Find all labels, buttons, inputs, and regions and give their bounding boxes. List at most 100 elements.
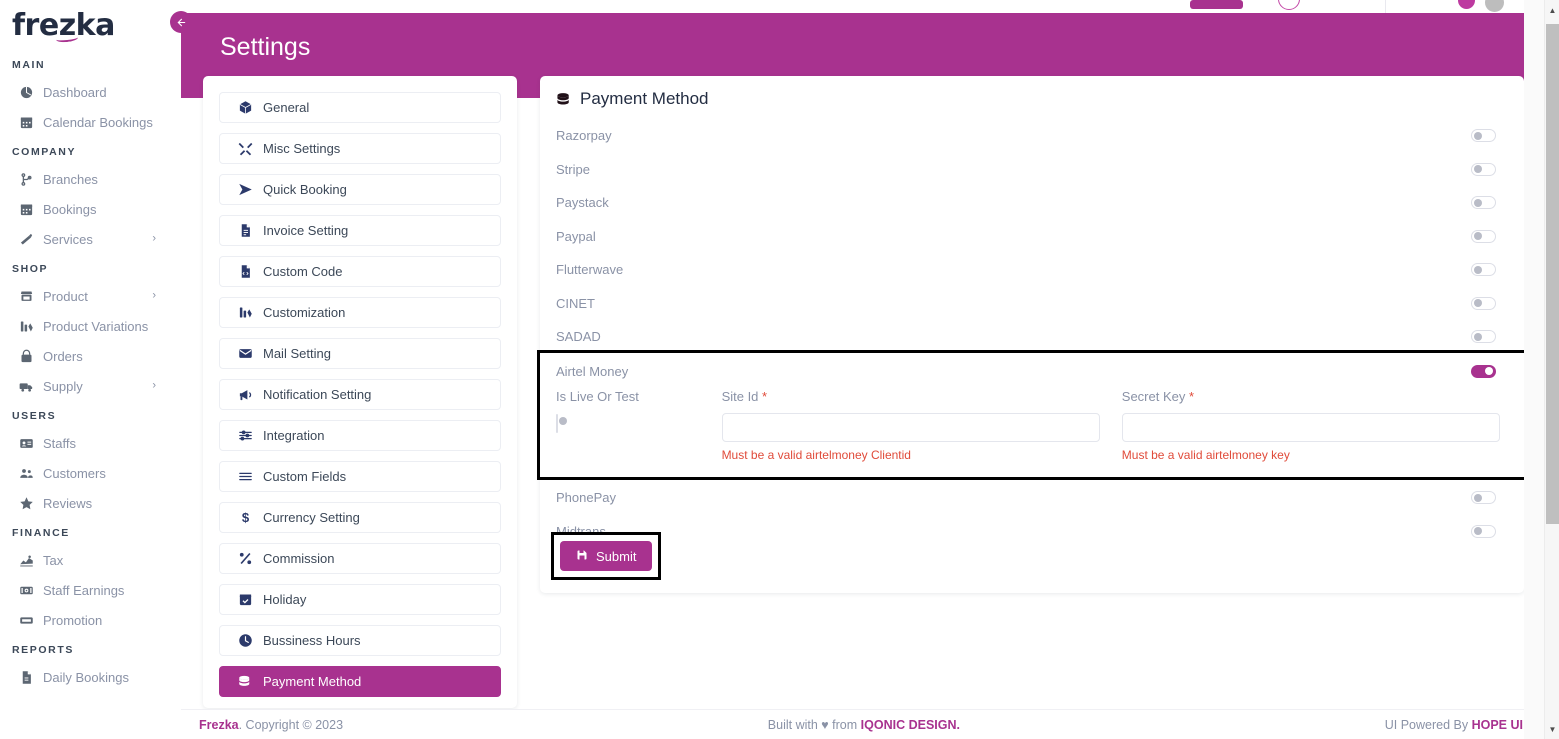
payment-row-toggle[interactable]: [1471, 129, 1496, 143]
secret-key-input[interactable]: [1121, 413, 1500, 442]
secret-key-label-text: Secret Key: [1121, 389, 1186, 404]
sidebar-item-promotion[interactable]: Promotion: [0, 605, 170, 635]
avatar[interactable]: [1485, 0, 1504, 12]
toggle-knob: [1474, 165, 1482, 174]
sidebar-item-dashboard[interactable]: Dashboard: [0, 77, 170, 107]
mail-icon: [237, 346, 253, 362]
settings-menu-item-currency-setting[interactable]: $ Currency Setting: [219, 502, 501, 533]
payment-row-toggle[interactable]: [1471, 162, 1496, 176]
payment-row-toggle[interactable]: [1471, 524, 1496, 538]
settings-menu-item-bussiness-hours[interactable]: Bussiness Hours: [219, 625, 501, 656]
sidebar-item-orders[interactable]: Orders: [0, 341, 170, 371]
dashboard-icon: [18, 84, 34, 100]
settings-menu-item-label: Customization: [263, 305, 346, 320]
scrollbar-thumb[interactable]: [1546, 24, 1559, 524]
footer-hopeui-link[interactable]: HOPE UI: [1472, 718, 1523, 732]
payment-panel-title: Payment Method: [580, 89, 709, 108]
sidebar-item-supply[interactable]: Supply ›: [0, 371, 170, 401]
payment-row-label: Paystack: [556, 195, 609, 211]
sidebar-item-branches[interactable]: Branches: [0, 164, 170, 194]
header-notification-icon[interactable]: [1458, 0, 1475, 9]
sidebar-section-finance: FINANCE: [12, 527, 70, 539]
settings-menu-item-holiday[interactable]: Holiday: [219, 584, 501, 615]
sidebar-item-tax[interactable]: Tax: [0, 545, 170, 575]
airtel-money-toggle[interactable]: [1471, 364, 1496, 378]
list-icon: [237, 469, 253, 485]
is-live-or-test-toggle[interactable]: [556, 414, 567, 433]
back-button[interactable]: [170, 11, 192, 33]
site-id-label-text: Site Id: [721, 389, 759, 404]
sidebar-item-product-variations[interactable]: Product Variations: [0, 311, 170, 341]
sidebar-item-label: Calendar Bookings: [43, 114, 153, 130]
brand-logo[interactable]: frezka: [12, 8, 115, 44]
settings-menu-item-invoice-setting[interactable]: Invoice Setting: [219, 215, 501, 246]
footer-company-link[interactable]: IQONIC DESIGN.: [861, 718, 960, 732]
sidebar-item-customers[interactable]: Customers: [0, 458, 170, 488]
settings-menu-card: General Misc Settings Quick Booking Invoice…: [203, 76, 517, 708]
settings-menu-item-payment-method[interactable]: Payment Method: [219, 666, 501, 697]
sidebar-item-label: Dashboard: [43, 84, 107, 100]
heart-icon: ♥: [821, 717, 829, 732]
sidebar-item-bookings[interactable]: Bookings: [0, 194, 170, 224]
page-title: Settings: [220, 33, 311, 61]
svg-text:$: $: [241, 510, 249, 525]
vertical-scrollbar[interactable]: ▲ ▼: [1544, 0, 1559, 739]
payment-row-midtrans: Midtrans: [540, 515, 1524, 549]
submit-button-label: Submit: [596, 548, 637, 564]
payment-row-toggle[interactable]: [1471, 196, 1496, 210]
scroll-down-arrow-icon[interactable]: ▼: [1545, 721, 1559, 737]
site-id-input[interactable]: [721, 413, 1100, 442]
footer-built-with: Built with ♥ from IQONIC DESIGN.: [343, 718, 1385, 732]
payment-row-toggle[interactable]: [1471, 263, 1496, 277]
settings-menu-item-misc-settings[interactable]: Misc Settings: [219, 133, 501, 164]
sidebar-item-services[interactable]: Services ›: [0, 224, 170, 254]
variations-icon: [18, 318, 34, 334]
footer-brand[interactable]: Frezka: [199, 718, 239, 732]
scroll-up-arrow-icon[interactable]: ▲: [1545, 2, 1559, 18]
sidebar-item-product[interactable]: Product ›: [0, 281, 170, 311]
settings-menu-item-custom-code[interactable]: Custom Code: [219, 256, 501, 287]
sidebar-item-label: Orders: [43, 348, 83, 364]
settings-menu-item-general[interactable]: General: [219, 92, 501, 123]
sidebar-item-calendar-bookings[interactable]: Calendar Bookings: [0, 107, 170, 137]
settings-menu-item-custom-fields[interactable]: Custom Fields: [219, 461, 501, 492]
settings-menu-item-customization[interactable]: Customization: [219, 297, 501, 328]
sidebar-item-staffs[interactable]: Staffs: [0, 428, 170, 458]
calendar-check-icon: [237, 592, 253, 608]
store-icon: [18, 288, 34, 304]
sidebar-section-users: USERS: [12, 410, 57, 422]
customization-icon: [237, 305, 253, 321]
header-submit-chip[interactable]: [1190, 0, 1243, 9]
settings-menu-item-notification-setting[interactable]: Notification Setting: [219, 379, 501, 410]
sidebar-item-staff-earnings[interactable]: Staff Earnings: [0, 575, 170, 605]
payment-row-paypal: Paypal: [540, 220, 1524, 254]
sidebar-item-reviews[interactable]: Reviews: [0, 488, 170, 518]
payment-row-toggle[interactable]: [1471, 330, 1496, 344]
settings-menu-item-quick-booking[interactable]: Quick Booking: [219, 174, 501, 205]
ticket-icon: [18, 612, 34, 628]
payment-row-toggle[interactable]: [1471, 229, 1496, 243]
airtel-money-expanded-block: Airtel Money Is Live Or Test Site Id * M…: [537, 350, 1527, 480]
toggle-knob: [1474, 198, 1482, 207]
submit-button[interactable]: Submit: [560, 541, 653, 571]
payment-row-toggle[interactable]: [1471, 296, 1496, 310]
sidebar-item-label: Product Variations: [43, 318, 149, 334]
payment-row-label: SADAD: [556, 329, 601, 345]
secret-key-field: Secret Key * Must be a valid airtelmoney…: [1121, 389, 1500, 462]
branch-icon: [18, 171, 34, 187]
settings-menu-item-label: Currency Setting: [263, 510, 360, 525]
invoice-icon: [237, 223, 253, 239]
payment-row-label: PhonePay: [556, 490, 616, 506]
sliders-icon: [237, 428, 253, 444]
sidebar-item-label: Staff Earnings: [43, 582, 125, 598]
settings-menu-item-mail-setting[interactable]: Mail Setting: [219, 338, 501, 369]
coins-icon: [556, 91, 573, 108]
site-id-label: Site Id *: [722, 389, 1100, 404]
settings-menu-item-commission[interactable]: Commission: [219, 543, 501, 574]
toggle-knob: [1474, 299, 1482, 308]
send-icon: [237, 182, 253, 198]
sidebar-item-daily-bookings[interactable]: Daily Bookings: [0, 662, 170, 692]
payment-panel-header: Payment Method: [540, 76, 1524, 109]
settings-menu-item-integration[interactable]: Integration: [219, 420, 501, 451]
payment-row-toggle[interactable]: [1471, 491, 1496, 505]
